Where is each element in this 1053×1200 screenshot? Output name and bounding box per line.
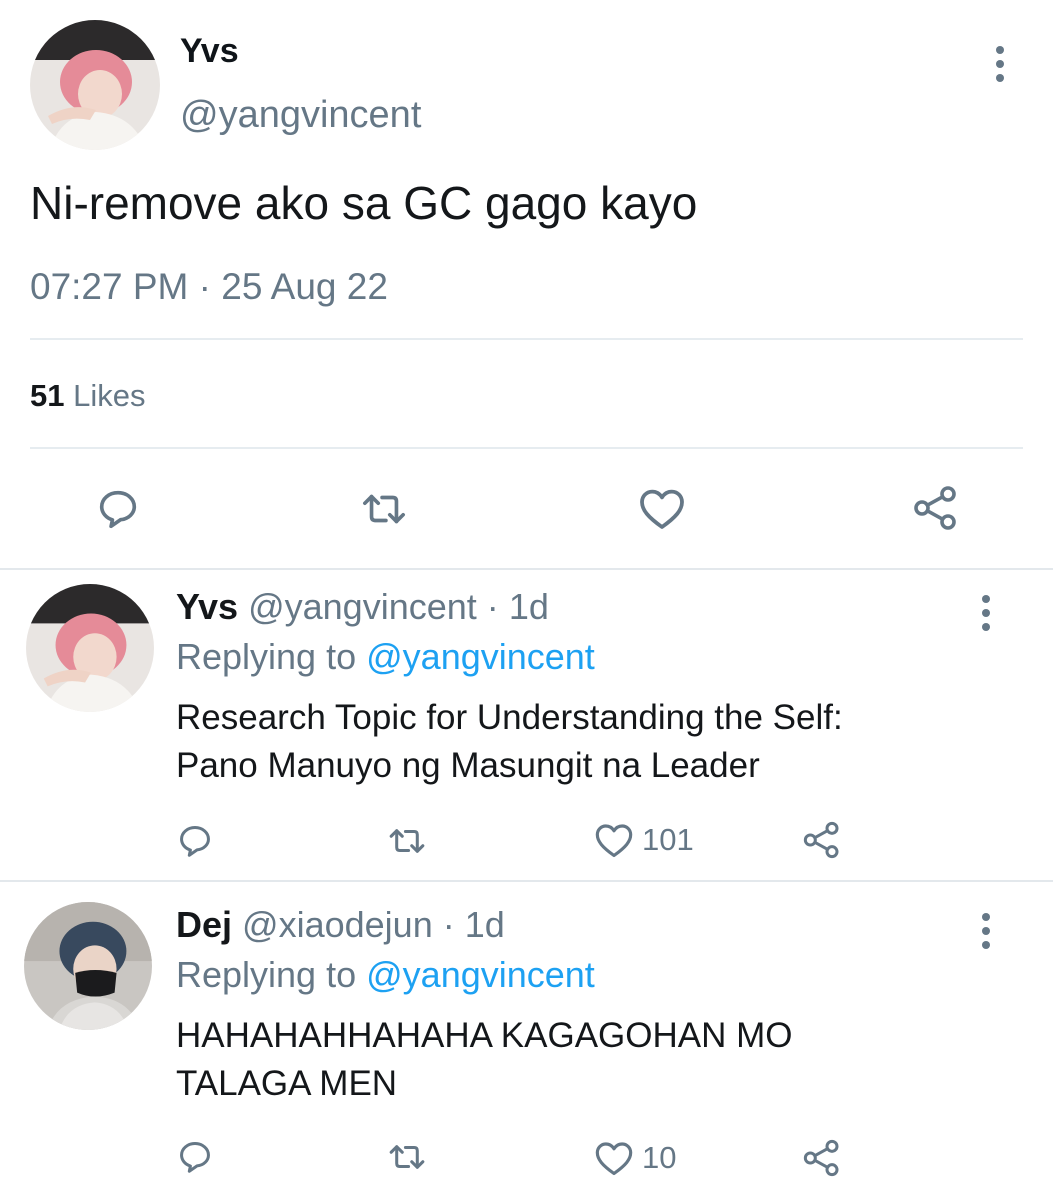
replying-to: Replying to @yangvincent bbox=[176, 636, 595, 678]
reply-header: Yvs @yangvincent · 1d bbox=[176, 586, 549, 628]
more-vertical-icon[interactable] bbox=[978, 913, 994, 949]
reply-avatar[interactable] bbox=[24, 902, 152, 1030]
reply-icon[interactable] bbox=[176, 1138, 214, 1176]
time-separator: · bbox=[198, 266, 211, 307]
reply-separator: · bbox=[442, 904, 455, 945]
reply-author-name[interactable]: Yvs bbox=[176, 586, 238, 627]
more-vertical-icon[interactable] bbox=[978, 595, 994, 631]
share-icon[interactable] bbox=[912, 484, 960, 532]
replying-label: Replying to bbox=[176, 636, 357, 677]
replying-label: Replying to bbox=[176, 954, 357, 995]
retweet-icon[interactable] bbox=[385, 1138, 429, 1176]
reply-separator: · bbox=[486, 586, 499, 627]
share-icon[interactable] bbox=[802, 820, 842, 860]
retweet-icon[interactable] bbox=[358, 486, 410, 532]
reply-text-line: TALAGA MEN bbox=[176, 1064, 398, 1103]
like-count: 10 bbox=[642, 1140, 677, 1175]
likes-label: Likes bbox=[73, 378, 146, 413]
reply-author-handle[interactable]: @yangvincent bbox=[248, 586, 477, 627]
reply-text-line: Pano Manuyo ng Masungit na Leader bbox=[176, 746, 760, 785]
reply-age: 1d bbox=[464, 904, 505, 945]
tweet-timestamp: 07:27 PM · 25 Aug 22 bbox=[30, 266, 388, 308]
replying-to: Replying to @yangvincent bbox=[176, 954, 595, 996]
tweet-time: 07:27 PM bbox=[30, 266, 189, 307]
divider bbox=[30, 447, 1023, 449]
tweet-date: 25 Aug 22 bbox=[221, 266, 388, 307]
reply-header: Dej @xiaodejun · 1d bbox=[176, 904, 505, 946]
like-count: 101 bbox=[642, 822, 694, 857]
tweet-text: Ni-remove ako sa GC gago kayo bbox=[30, 177, 698, 229]
reply-avatar[interactable] bbox=[26, 584, 154, 712]
reply-text-line: Research Topic for Understanding the Sel… bbox=[176, 698, 843, 737]
retweet-icon[interactable] bbox=[385, 822, 429, 860]
divider bbox=[30, 338, 1023, 340]
section-divider bbox=[0, 880, 1053, 882]
likes-count: 51 bbox=[30, 378, 65, 413]
replying-to-link[interactable]: @yangvincent bbox=[366, 954, 595, 995]
likes-stat[interactable]: 51 Likes bbox=[30, 378, 145, 414]
author-name[interactable]: Yvs bbox=[180, 32, 239, 71]
heart-icon[interactable] bbox=[638, 487, 686, 531]
replying-to-link[interactable]: @yangvincent bbox=[366, 636, 595, 677]
author-handle[interactable]: @yangvincent bbox=[180, 94, 421, 137]
reply-icon[interactable] bbox=[95, 486, 141, 532]
reply-icon[interactable] bbox=[176, 822, 214, 860]
reply-author-name[interactable]: Dej bbox=[176, 904, 232, 945]
section-divider bbox=[0, 568, 1053, 570]
heart-icon[interactable] bbox=[594, 822, 634, 859]
reply-text-line: HAHAHAHHAHAHA KAGAGOHAN MO bbox=[176, 1016, 793, 1055]
heart-icon[interactable] bbox=[594, 1140, 634, 1177]
share-icon[interactable] bbox=[802, 1138, 842, 1178]
main-avatar[interactable] bbox=[30, 20, 160, 150]
reply-age: 1d bbox=[508, 586, 549, 627]
reply-author-handle[interactable]: @xiaodejun bbox=[242, 904, 433, 945]
more-vertical-icon[interactable] bbox=[992, 46, 1008, 82]
